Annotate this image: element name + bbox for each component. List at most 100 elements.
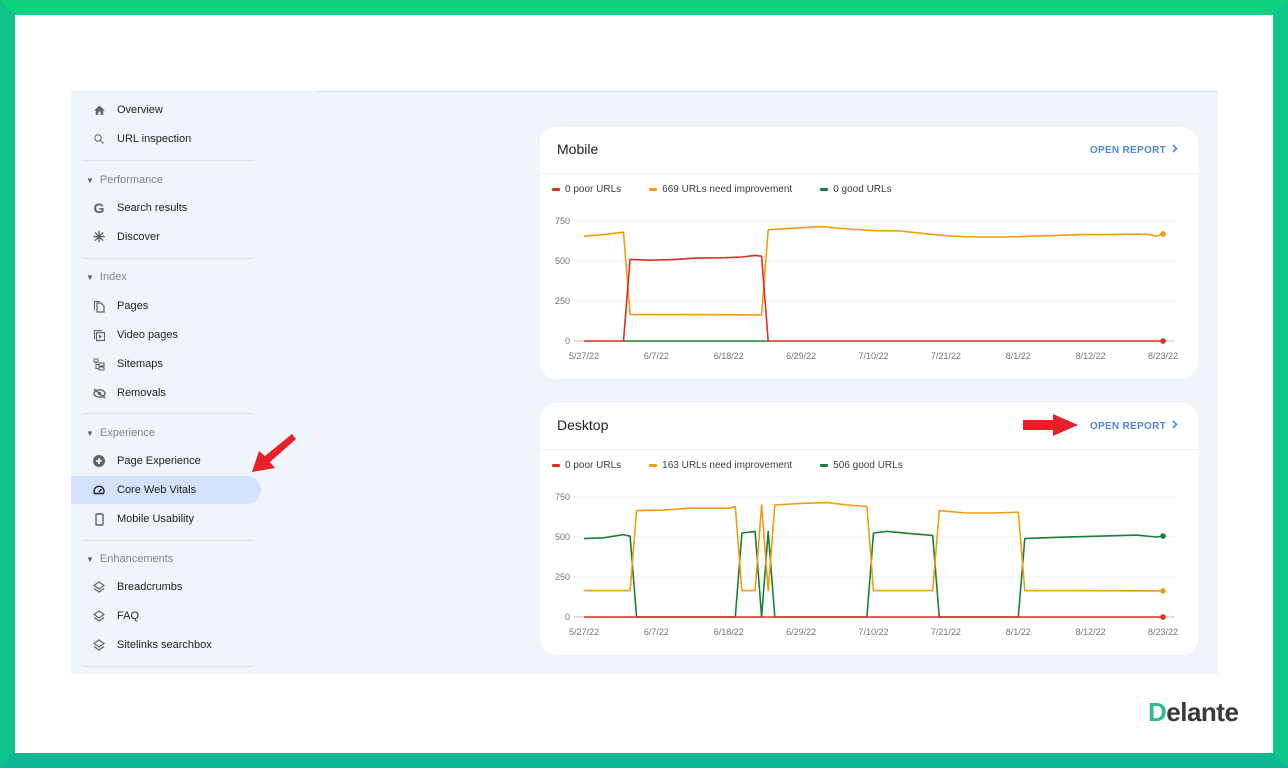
video-pages-icon: [91, 327, 107, 343]
sidebar-item-search-results[interactable]: G Search results: [71, 194, 261, 222]
sidebar-item-faq[interactable]: FAQ: [71, 602, 261, 630]
sidebar-divider: [83, 666, 253, 667]
desktop-line-chart: 0 250 500 750 5/27/22 6/7/22 6/18/22 6/29/22 7/1…: [555, 492, 1178, 637]
section-experience[interactable]: ▼ Experience: [86, 427, 155, 439]
series-line-needs-improvement: [584, 501, 1164, 592]
sidebar-divider: [83, 540, 253, 541]
search-icon: [91, 131, 107, 147]
mobile-line-chart: 0 250 500 750 5/27/22 6/7/22 6/18/22 6/29/22 7/1…: [555, 216, 1178, 361]
asterisk-icon: ✳: [92, 229, 106, 246]
x-tick-label: 5/27/22: [569, 351, 599, 361]
x-tick-label: 8/23/22: [1148, 351, 1178, 361]
phone-icon: [91, 511, 107, 527]
section-index[interactable]: ▼ Index: [86, 271, 127, 283]
series-endpoint-needs-improvement: [1160, 588, 1166, 594]
delante-logo: Delante: [1148, 697, 1239, 728]
sidebar-item-label: Sitelinks searchbox: [117, 639, 212, 651]
y-tick-label: 750: [555, 216, 570, 226]
sidebar-nav: Overview URL inspection ▼ Performance G …: [71, 91, 321, 674]
sidebar-item-pages[interactable]: Pages: [71, 292, 261, 320]
sidebar-item-sitelinks-searchbox[interactable]: Sitelinks searchbox: [71, 631, 261, 659]
sidebar-divider: [83, 413, 253, 414]
x-tick-label: 6/29/22: [786, 351, 816, 361]
x-tick-label: 8/12/22: [1076, 627, 1106, 637]
caret-down-icon: ▼: [86, 272, 94, 282]
sidebar-item-label: Discover: [117, 231, 160, 243]
x-tick-label: 7/10/22: [858, 351, 888, 361]
sidebar-item-label: Sitemaps: [117, 358, 163, 370]
logo-letter: D: [1148, 697, 1167, 727]
series-endpoint-good: [1160, 533, 1166, 539]
x-tick-label: 7/21/22: [931, 351, 961, 361]
layers-icon: [91, 608, 107, 624]
speedometer-icon: [91, 482, 107, 498]
x-tick-label: 8/12/22: [1076, 351, 1106, 361]
pages-icon: [91, 298, 107, 314]
annotation-arrow-open-report: [1023, 414, 1078, 436]
sidebar-item-discover[interactable]: ✳ Discover: [71, 223, 261, 251]
y-tick-label: 250: [555, 296, 570, 306]
section-performance[interactable]: ▼ Performance: [86, 174, 163, 186]
mobile-card: Mobile OPEN REPORT 0 poor URLs 669 URLs …: [540, 127, 1198, 379]
sidebar-item-breadcrumbs[interactable]: Breadcrumbs: [71, 573, 261, 601]
sidebar-divider: [83, 258, 253, 259]
header-divider: [316, 91, 1218, 92]
section-title: Experience: [99, 427, 155, 439]
section-title: Index: [99, 271, 127, 283]
plus-circle-icon: [91, 453, 107, 469]
section-enhancements[interactable]: ▼ Enhancements: [86, 553, 173, 565]
x-tick-label: 7/10/22: [858, 627, 888, 637]
desktop-card: Desktop OPEN REPORT 0 poor URLs 163 URLs…: [540, 403, 1198, 655]
sidebar-item-label: FAQ: [117, 610, 140, 622]
caret-down-icon: ▼: [86, 554, 94, 564]
x-tick-label: 6/7/22: [644, 627, 669, 637]
series-line-poor: [584, 254, 1163, 342]
sidebar-item-removals[interactable]: Removals: [71, 379, 261, 407]
x-tick-label: 5/27/22: [569, 627, 599, 637]
series-line-needs-improvement: [583, 225, 1164, 316]
sidebar-item-video-pages[interactable]: Video pages: [71, 321, 261, 349]
x-tick-label: 6/29/22: [786, 627, 816, 637]
sidebar-item-label: Removals: [117, 387, 166, 399]
x-tick-label: 8/1/22: [1006, 627, 1031, 637]
sidebar-item-label: Pages: [117, 300, 149, 312]
x-tick-label: 7/21/22: [931, 627, 961, 637]
google-g-icon: G: [93, 200, 105, 216]
sidebar-item-label: URL inspection: [117, 133, 192, 145]
sidebar-item-core-web-vitals[interactable]: Core Web Vitals: [71, 476, 261, 504]
sidebar-item-page-experience[interactable]: Page Experience: [71, 447, 261, 475]
logo-text: elante: [1166, 697, 1239, 727]
series-endpoint-poor: [1160, 338, 1166, 344]
sidebar-item-overview[interactable]: Overview: [71, 96, 261, 124]
caret-down-icon: ▼: [86, 428, 94, 438]
sidebar-item-url-inspection[interactable]: URL inspection: [71, 125, 261, 153]
x-tick-label: 8/1/22: [1006, 351, 1031, 361]
caret-down-icon: ▼: [86, 175, 94, 185]
sidebar-item-label: Breadcrumbs: [117, 581, 183, 593]
sidebar-item-label: Search results: [117, 202, 188, 214]
annotation-arrow-core-web-vitals: [252, 434, 296, 472]
eye-off-icon: [91, 385, 107, 401]
sidebar-item-mobile-usability[interactable]: Mobile Usability: [71, 505, 261, 533]
home-icon: [91, 102, 107, 118]
layers-icon: [91, 637, 107, 653]
section-title: Performance: [99, 174, 163, 186]
sidebar-item-label: Video pages: [117, 329, 178, 341]
y-tick-label: 0: [565, 336, 570, 346]
y-tick-label: 0: [565, 612, 570, 622]
series-endpoint-poor: [1160, 614, 1166, 620]
series-line-good: [583, 530, 1164, 618]
y-tick-label: 500: [555, 256, 570, 266]
x-tick-label: 6/18/22: [714, 351, 744, 361]
sidebar-item-sitemaps[interactable]: Sitemaps: [71, 350, 261, 378]
sidebar-item-label: Mobile Usability: [117, 513, 195, 525]
y-tick-label: 500: [555, 532, 570, 542]
y-tick-label: 250: [555, 572, 570, 582]
sidebar-divider: [83, 160, 253, 161]
series-endpoint-needs-improvement: [1160, 231, 1166, 237]
x-tick-label: 8/23/22: [1148, 627, 1178, 637]
sidebar-item-label: Page Experience: [117, 455, 201, 467]
section-title: Enhancements: [99, 553, 174, 565]
x-tick-label: 6/7/22: [644, 351, 669, 361]
x-tick-label: 6/18/22: [714, 627, 744, 637]
